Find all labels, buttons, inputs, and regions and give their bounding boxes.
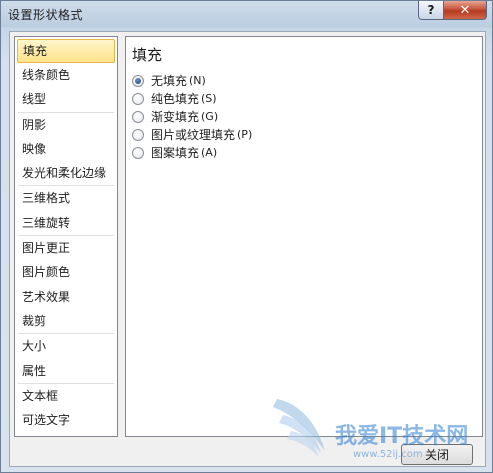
radio-button-icon[interactable] [132, 74, 144, 87]
nav-item-label: 三维格式 [22, 191, 71, 206]
radio-pattern-fill[interactable]: 图案填充 (A) [132, 144, 217, 161]
nav-item-label: 三维旋转 [22, 215, 71, 230]
nav-item-reflection[interactable]: 映像 [15, 137, 117, 161]
radio-shortcut: (P) [237, 128, 253, 141]
nav-item-label: 映像 [22, 141, 47, 156]
nav-item-label: 可选文字 [22, 413, 71, 428]
nav-item-text-box[interactable]: 文本框 [15, 384, 117, 408]
nav-item-size[interactable]: 大小 [15, 334, 117, 358]
radio-shortcut: (S) [201, 92, 217, 105]
nav-item-label: 裁剪 [22, 313, 47, 328]
radio-shortcut: (N) [189, 74, 206, 87]
nav-item-picture-corrections[interactable]: 图片更正 [15, 236, 117, 260]
nav-item-3d-format[interactable]: 三维格式 [15, 186, 117, 210]
nav-item-line-color[interactable]: 线条颜色 [15, 63, 117, 87]
nav-item-label: 大小 [22, 339, 47, 354]
fill-panel: 填充 无填充 (N) 纯色填充 (S) 渐变填充 (G) 图片或纹理填充 (P) [125, 36, 483, 437]
nav-item-label: 阴影 [22, 117, 47, 132]
radio-label: 无填充 [151, 74, 188, 88]
nav-item-label: 文本框 [22, 388, 59, 403]
radio-gradient-fill[interactable]: 渐变填充 (G) [132, 108, 218, 125]
nav-item-label: 图片颜色 [22, 265, 71, 280]
close-button-label: 关闭 [424, 448, 449, 462]
close-icon: ✕ [459, 2, 471, 18]
nav-item-label: 线条颜色 [22, 68, 71, 82]
nav-item-label: 属性 [22, 363, 47, 378]
dialog-body: 填充 线条颜色 线型 阴影 映像 发光和柔化边缘 三维格式 三维旋转 图片更正 … [9, 31, 486, 467]
radio-button-icon[interactable] [132, 128, 144, 141]
panel-title: 填充 [132, 46, 163, 64]
title-bar[interactable]: 设置形状格式 ? ✕ [1, 1, 492, 28]
nav-item-label: 发光和柔化边缘 [22, 166, 107, 181]
radio-picture-texture-fill[interactable]: 图片或纹理填充 (P) [132, 126, 252, 143]
nav-item-3d-rotation[interactable]: 三维旋转 [15, 211, 117, 235]
radio-button-icon[interactable] [132, 146, 144, 159]
nav-item-shadow[interactable]: 阴影 [15, 113, 117, 137]
category-list: 填充 线条颜色 线型 阴影 映像 发光和柔化边缘 三维格式 三维旋转 图片更正 … [14, 36, 118, 437]
nav-item-glow-soft-edges[interactable]: 发光和柔化边缘 [15, 161, 117, 185]
radio-button-icon[interactable] [132, 92, 144, 105]
nav-item-artistic-effects[interactable]: 艺术效果 [15, 285, 117, 309]
nav-item-label: 艺术效果 [22, 289, 71, 304]
nav-item-properties[interactable]: 属性 [15, 359, 117, 383]
dialog-title: 设置形状格式 [8, 8, 84, 22]
radio-label: 图案填充 [151, 146, 200, 160]
nav-item-label: 图片更正 [22, 241, 71, 256]
nav-item-alt-text[interactable]: 可选文字 [15, 408, 117, 432]
nav-item-line-style[interactable]: 线型 [15, 87, 117, 111]
close-button[interactable]: 关闭 [401, 444, 473, 465]
window-close-button[interactable]: ✕ [443, 1, 487, 20]
radio-label: 渐变填充 [151, 110, 200, 124]
nav-item-picture-color[interactable]: 图片颜色 [15, 260, 117, 284]
radio-shortcut: (G) [201, 110, 219, 123]
nav-item-label: 填充 [23, 44, 48, 58]
radio-solid-fill[interactable]: 纯色填充 (S) [132, 90, 217, 107]
format-shape-dialog: 设置形状格式 ? ✕ 填充 线条颜色 线型 阴影 映像 发光和柔化边缘 三维格式… [0, 0, 493, 473]
radio-button-icon[interactable] [132, 110, 144, 123]
radio-label: 纯色填充 [151, 92, 200, 106]
help-button[interactable]: ? [418, 1, 444, 20]
radio-shortcut: (A) [201, 146, 218, 159]
radio-label: 图片或纹理填充 [151, 128, 236, 142]
radio-no-fill[interactable]: 无填充 (N) [132, 72, 206, 89]
nav-item-crop[interactable]: 裁剪 [15, 309, 117, 333]
help-icon: ? [427, 3, 435, 17]
nav-item-label: 线型 [22, 92, 47, 107]
nav-item-fill[interactable]: 填充 [17, 39, 115, 63]
